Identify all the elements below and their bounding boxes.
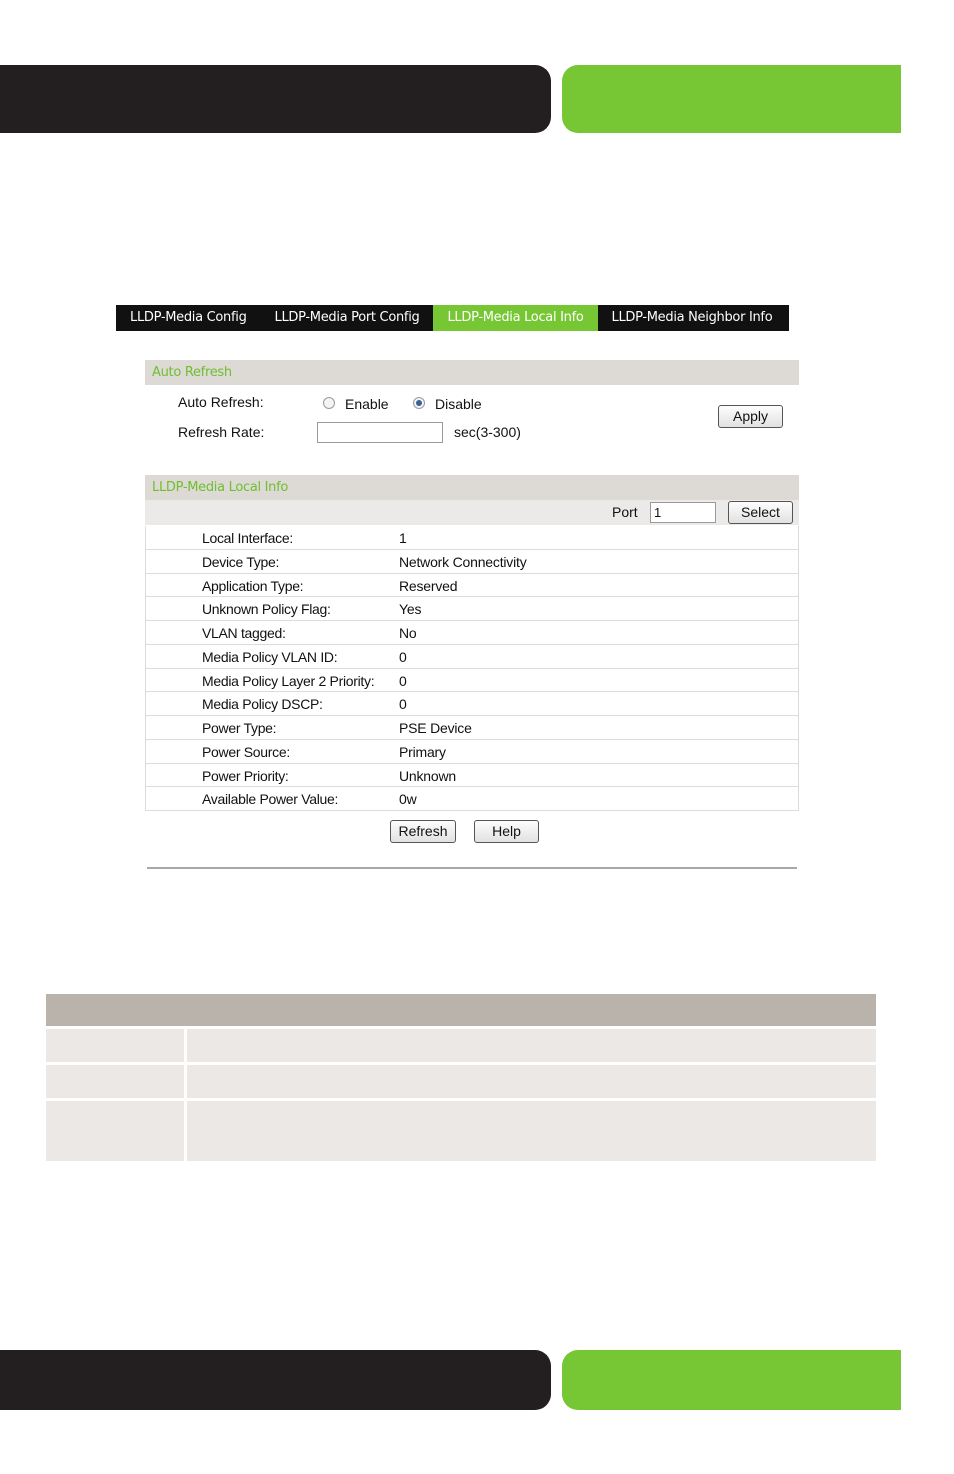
row-value: 1 [399,530,407,546]
description-table-row [46,1101,876,1161]
row-key: Power Type: [202,720,277,736]
refresh-rate-hint: sec(3-300) [454,424,521,440]
refresh-rate-input[interactable] [317,422,443,443]
row-key: Unknown Policy Flag: [202,601,331,618]
row-key: Application Type: [202,577,304,594]
enable-radio-label: Enable [345,396,389,412]
table-row: Power Source: Primary [146,740,798,764]
port-label: Port [612,504,638,520]
disable-radio-label: Disable [435,396,482,412]
row-value: 0 [399,672,407,689]
row-key: Media Policy Layer 2 Priority: [202,672,375,689]
row-key: Power Source: [202,743,290,760]
row-key: Power Priority: [202,767,289,784]
table-row: Available Power Value: 0w [146,787,798,811]
help-button[interactable]: Help [474,820,539,843]
table-row: Media Policy VLAN ID: 0 [146,645,798,669]
table-row: Power Priority: Unknown [146,764,798,788]
row-key: Available Power Value: [202,791,339,808]
row-value: No [399,625,417,641]
apply-button[interactable]: Apply [718,405,783,428]
table-row: Local Interface: 1 [146,526,798,550]
row-value: 0 [399,696,407,713]
table-row: VLAN tagged: No [146,621,798,645]
refresh-button[interactable]: Refresh [390,820,456,843]
description-table-header [46,994,876,1026]
row-key: Media Policy VLAN ID: [202,648,338,665]
table-row: Device Type: Network Connectivity [146,550,798,574]
select-button[interactable]: Select [728,501,793,524]
row-value: Network Connectivity [399,553,527,570]
table-row: Media Policy DSCP: 0 [146,692,798,716]
row-key: Device Type: [202,553,280,570]
refresh-rate-label: Refresh Rate: [178,424,265,440]
enable-radio[interactable] [323,397,335,409]
auto-refresh-section-title: Auto Refresh [145,360,799,385]
description-table-row [46,1065,876,1098]
table-row: Power Type: PSE Device [146,716,798,740]
row-value: Reserved [399,577,458,594]
table-row: Application Type: Reserved [146,574,798,598]
auto-refresh-label: Auto Refresh: [178,394,264,410]
row-key: Local Interface: [202,530,293,546]
row-value: 0w [399,791,417,808]
table-row: Unknown Policy Flag: Yes [146,597,798,621]
tab-lldp-media-local-info[interactable]: LLDP-Media Local Info [433,305,598,331]
local-info-table: Local Interface: 1 Device Type: Network Co… [145,526,799,811]
footer-band-dark [0,1350,551,1410]
divider [147,867,797,869]
tab-lldp-media-port-config[interactable]: LLDP-Media Port Config [261,305,434,331]
row-key: Media Policy DSCP: [202,696,323,713]
row-value: Primary [399,743,446,760]
footer-band-green [562,1350,901,1410]
disable-radio[interactable] [413,397,425,409]
header-band-green [562,65,901,133]
row-value: 0 [399,648,407,665]
row-value: Unknown [399,767,456,784]
local-info-section-title: LLDP-Media Local Info [145,475,799,500]
tab-bar: LLDP-Media Config LLDP-Media Port Config… [116,305,789,331]
description-table-row [46,1029,876,1062]
tab-lldp-media-config[interactable]: LLDP-Media Config [116,305,261,331]
tab-lldp-media-neighbor-info[interactable]: LLDP-Media Neighbor Info [598,305,787,331]
port-input[interactable] [650,502,716,523]
table-row: Media Policy Layer 2 Priority: 0 [146,669,798,693]
row-value: Yes [399,601,422,618]
header-band-dark [0,65,551,133]
row-key: VLAN tagged: [202,625,286,641]
row-value: PSE Device [399,720,472,736]
